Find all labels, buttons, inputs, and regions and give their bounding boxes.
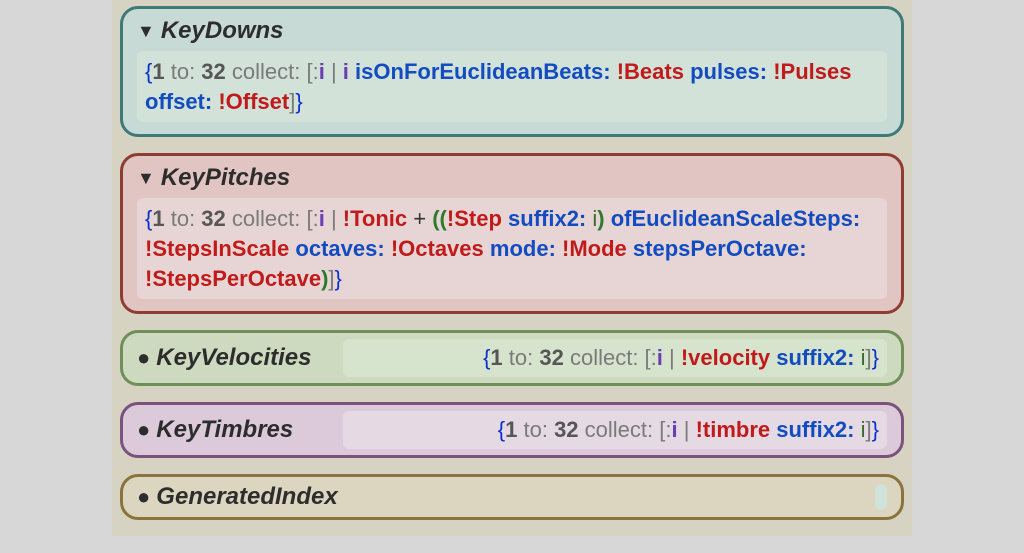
card-generatedindex[interactable]: ● GeneratedIndex (120, 474, 904, 520)
code-block[interactable]: {1 to: 32 collect: [:i | !Tonic + ((!Ste… (137, 198, 887, 299)
card-keyvelocities[interactable]: ● KeyVelocities {1 to: 32 collect: [:i |… (120, 330, 904, 386)
bullet-icon[interactable]: ● (137, 486, 150, 508)
bullet-icon[interactable]: ● (137, 419, 150, 441)
card-header[interactable]: ● KeyTimbres (137, 416, 327, 444)
disclosure-triangle-icon[interactable]: ▼ (137, 21, 155, 42)
code-block[interactable]: {1 to: 32 collect: [:i | i isOnForEuclid… (137, 51, 887, 122)
code-block[interactable]: {1 to: 32 collect: [:i | !timbre suffix2… (343, 411, 887, 449)
card-header[interactable]: ● KeyVelocities (137, 344, 327, 372)
card-title: KeyTimbres (156, 416, 293, 444)
card-header[interactable]: ▼ KeyDowns (137, 17, 887, 45)
card-keytimbres[interactable]: ● KeyTimbres {1 to: 32 collect: [:i | !t… (120, 402, 904, 458)
card-header[interactable]: ▼ KeyPitches (137, 164, 887, 192)
card-keydowns[interactable]: ▼ KeyDowns {1 to: 32 collect: [:i | i is… (120, 6, 904, 137)
card-title: GeneratedIndex (156, 483, 337, 511)
card-title: KeyDowns (161, 17, 284, 45)
code-block[interactable]: {1 to: 32 collect: [:i | !velocity suffi… (343, 339, 887, 377)
bullet-icon[interactable]: ● (137, 347, 150, 369)
disclosure-triangle-icon[interactable]: ▼ (137, 168, 155, 189)
card-title: KeyVelocities (156, 344, 311, 372)
card-keypitches[interactable]: ▼ KeyPitches {1 to: 32 collect: [:i | !T… (120, 153, 904, 314)
value-handle[interactable] (875, 484, 887, 510)
card-title: KeyPitches (161, 164, 290, 192)
panel: ▼ KeyDowns {1 to: 32 collect: [:i | i is… (112, 0, 912, 536)
card-header[interactable]: ● GeneratedIndex (137, 483, 338, 511)
